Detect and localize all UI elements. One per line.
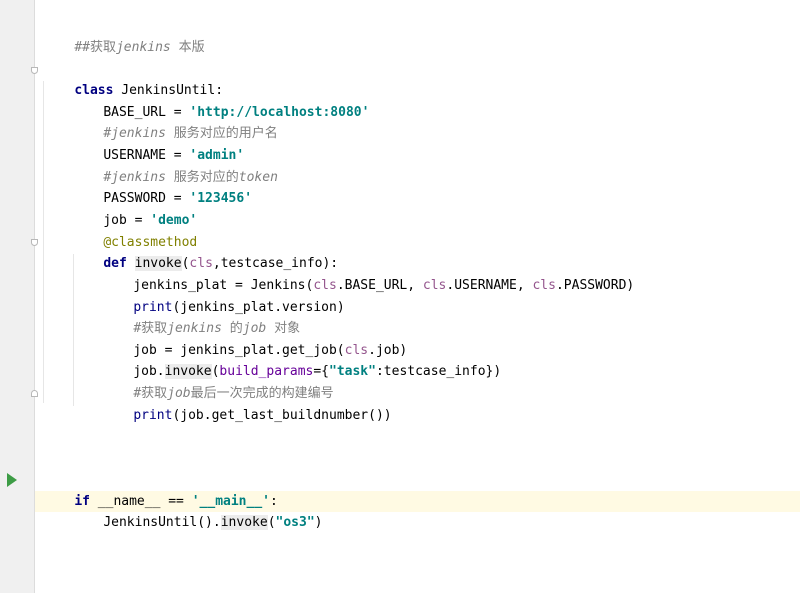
fold-marker-icon[interactable] — [31, 390, 38, 397]
code-line[interactable]: USERNAME = 'admin' — [72, 124, 244, 163]
code-line[interactable]: print(job.get_last_buildnumber()) — [102, 384, 391, 423]
run-triangle-icon[interactable] — [7, 473, 17, 487]
function-name: invoke — [220, 515, 268, 530]
code-line[interactable]: #获取job最后一次完成的构建编号 — [102, 362, 333, 401]
code-line[interactable]: JenkinsUntil().invoke("os3") — [72, 491, 322, 530]
string-literal: "task" — [329, 364, 376, 379]
fold-marker-icon[interactable] — [31, 67, 38, 74]
comment: ##获取 — [74, 40, 116, 55]
code-line[interactable]: class JenkinsUntil: — [43, 59, 223, 98]
code-line[interactable]: job = jenkins_plat.get_job(cls.job) — [102, 319, 407, 358]
code-line[interactable]: #jenkins 服务对应的token — [72, 146, 278, 185]
identifier: .USERNAME, — [446, 278, 533, 293]
identifier: .PASSWORD) — [555, 278, 635, 293]
code-line[interactable]: PASSWORD = '123456' — [72, 167, 252, 206]
code-line[interactable]: if __name__ == '__main__': — [43, 470, 278, 509]
gutter — [0, 0, 35, 593]
code-line[interactable]: job.invoke(build_params={"task":testcase… — [102, 340, 501, 379]
indent-guide — [43, 81, 44, 403]
string-literal: '123456' — [189, 191, 253, 206]
code-line[interactable]: @classmethod — [72, 211, 197, 250]
code-line[interactable]: #获取jenkins 的job 对象 — [102, 297, 300, 336]
string-literal: "os3" — [275, 515, 315, 530]
identifier: JenkinsUntil(). — [103, 515, 221, 530]
code-line[interactable]: #jenkins 服务对应的用户名 — [72, 102, 277, 141]
comment: jenkins — [115, 40, 171, 55]
code-line[interactable]: BASE_URL = 'http://localhost:8080' — [72, 81, 369, 120]
punctuation: ( — [267, 515, 276, 530]
self-param: cls — [422, 278, 447, 293]
punctuation: ) — [314, 515, 323, 530]
identifier: :testcase_info}) — [375, 364, 502, 379]
identifier: .BASE_URL, — [336, 278, 423, 293]
identifier: (job.get_last_buildnumber()) — [172, 408, 392, 423]
code-line[interactable]: job = 'demo' — [72, 189, 197, 228]
code-line[interactable]: jenkins_plat = Jenkins(cls.BASE_URL, cls… — [102, 254, 634, 293]
code-line[interactable]: ##获取jenkins 本版 — [43, 16, 204, 55]
builtin-function: print — [133, 408, 173, 423]
code-editor[interactable]: ##获取jenkins 本版 class JenkinsUntil: BASE_… — [0, 0, 800, 593]
fold-marker-icon[interactable] — [31, 239, 38, 246]
code-line[interactable]: print(jenkins_plat.version) — [102, 276, 344, 315]
self-param: cls — [532, 278, 556, 293]
comment: 本版 — [170, 40, 205, 55]
code-line[interactable]: def invoke(cls,testcase_info): — [72, 232, 338, 271]
